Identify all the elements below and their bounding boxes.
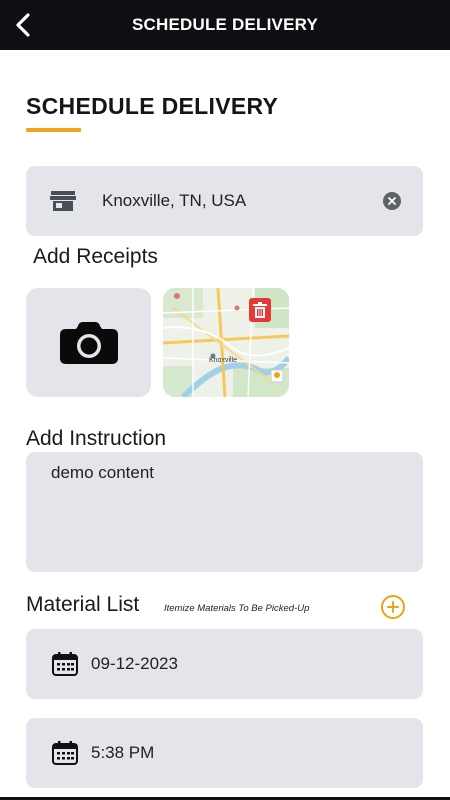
calendar-icon: [52, 652, 78, 676]
location-value: Knoxville, TN, USA: [102, 191, 247, 210]
date-value: 09-12-2023: [91, 654, 178, 673]
calendar-icon: [52, 741, 78, 765]
instruction-value: demo content: [51, 463, 155, 482]
back-icon[interactable]: [10, 12, 36, 38]
page-title: SCHEDULE DELIVERY: [26, 93, 279, 119]
time-value: 5:38 PM: [91, 743, 155, 762]
location-field[interactable]: Knoxville, TN, USA: [26, 166, 423, 236]
material-list-label: Material List: [26, 593, 140, 616]
top-bar: SCHEDULE DELIVERY: [0, 0, 450, 50]
camera-icon: [59, 321, 118, 364]
map-city-label: Knoxville: [209, 357, 237, 364]
receipt-thumbnail[interactable]: Knoxville: [163, 288, 289, 397]
top-bar-title: SCHEDULE DELIVERY: [131, 15, 319, 34]
delete-receipt-icon[interactable]: [249, 298, 271, 322]
time-field[interactable]: 5:38 PM: [26, 718, 423, 788]
add-instruction-label: Add Instruction: [26, 427, 167, 450]
clear-icon[interactable]: [383, 192, 401, 210]
plus-icon: [387, 601, 399, 613]
add-receipt-camera-button[interactable]: [26, 288, 151, 397]
date-field[interactable]: 09-12-2023: [26, 629, 423, 699]
store-icon: [50, 190, 76, 212]
add-receipts-label: Add Receipts: [33, 245, 158, 268]
instruction-textarea[interactable]: demo content: [26, 452, 423, 572]
material-list-hint: Itemize Materials To Be Picked-Up: [164, 603, 310, 614]
heading-underline: [26, 128, 81, 132]
add-material-button[interactable]: [381, 595, 405, 619]
